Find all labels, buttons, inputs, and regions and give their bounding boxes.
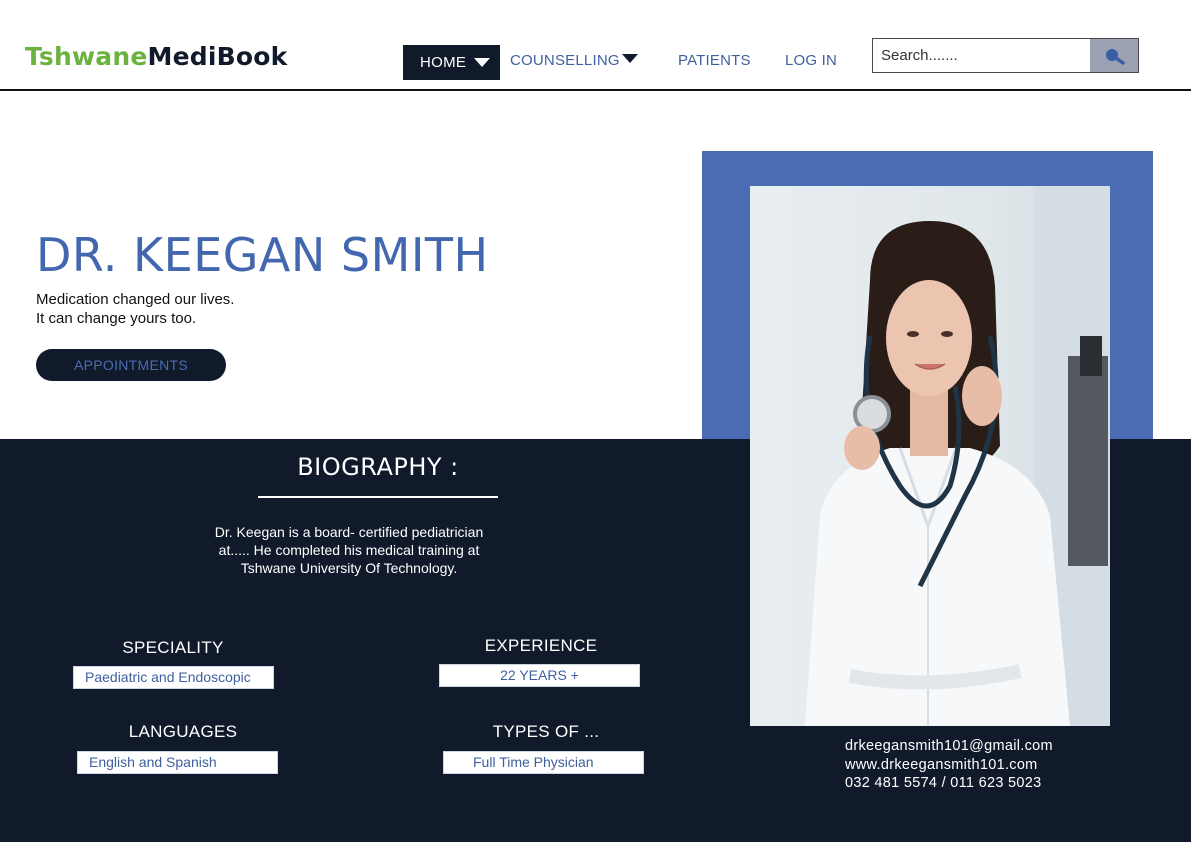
biography-line-3: Tshwane University Of Technology. <box>240 560 458 576</box>
nav-login-link[interactable]: LOG IN <box>785 52 837 69</box>
doctor-photo <box>750 186 1110 726</box>
types-value: Full Time Physician <box>443 751 644 774</box>
nav-counselling-menu[interactable]: COUNSELLING <box>510 52 638 69</box>
logo-text-medibook: MediBook <box>147 42 288 71</box>
nav-home-button[interactable]: HOME <box>403 45 500 80</box>
languages-label: LANGUAGES <box>128 722 238 741</box>
languages-value: English and Spanish <box>77 751 278 774</box>
search-icon <box>1106 48 1125 65</box>
experience-label: EXPERIENCE <box>484 636 598 655</box>
hero-tagline: Medication changed our lives. It can cha… <box>36 290 234 328</box>
site-logo[interactable]: TshwaneMediBook <box>25 42 287 71</box>
biography-heading: BIOGRAPHY : <box>297 453 459 481</box>
biography-text: Dr. Keegan is a board- certified pediatr… <box>170 523 528 577</box>
biography-underline <box>258 496 498 498</box>
header-divider <box>0 89 1191 91</box>
contact-info: drkeegansmith101@gmail.com www.drkeegans… <box>845 737 1053 793</box>
nav-counselling-label: COUNSELLING <box>510 52 620 69</box>
tagline-line-2: It can change yours too. <box>36 310 197 327</box>
contact-phones: 032 481 5574 / 011 623 5023 <box>845 775 1042 791</box>
search-input[interactable] <box>872 38 1091 73</box>
chevron-down-icon <box>474 58 490 67</box>
logo-text-tshwane: Tshwane <box>25 42 148 71</box>
tagline-line-1: Medication changed our lives. <box>36 291 235 308</box>
doctor-name-heading: DR. KEEGAN SMITH <box>36 228 489 282</box>
speciality-value: Paediatric and Endoscopic <box>73 666 274 689</box>
contact-website[interactable]: www.drkeegansmith101.com <box>845 756 1053 775</box>
speciality-label: SPECIALITY <box>122 638 224 657</box>
nav-home-label: HOME <box>420 54 467 71</box>
experience-value: 22 YEARS + <box>439 664 640 687</box>
appointments-button[interactable]: APPOINTMENTS <box>36 349 226 381</box>
biography-line-2: at..... He completed his medical trainin… <box>218 542 480 558</box>
types-label: TYPES OF ... <box>492 722 600 741</box>
nav-patients-link[interactable]: PATIENTS <box>678 52 751 69</box>
contact-email[interactable]: drkeegansmith101@gmail.com <box>845 737 1053 756</box>
chevron-down-icon <box>621 54 638 63</box>
search-button[interactable] <box>1090 38 1139 73</box>
biography-line-1: Dr. Keegan is a board- certified pediatr… <box>214 524 484 540</box>
